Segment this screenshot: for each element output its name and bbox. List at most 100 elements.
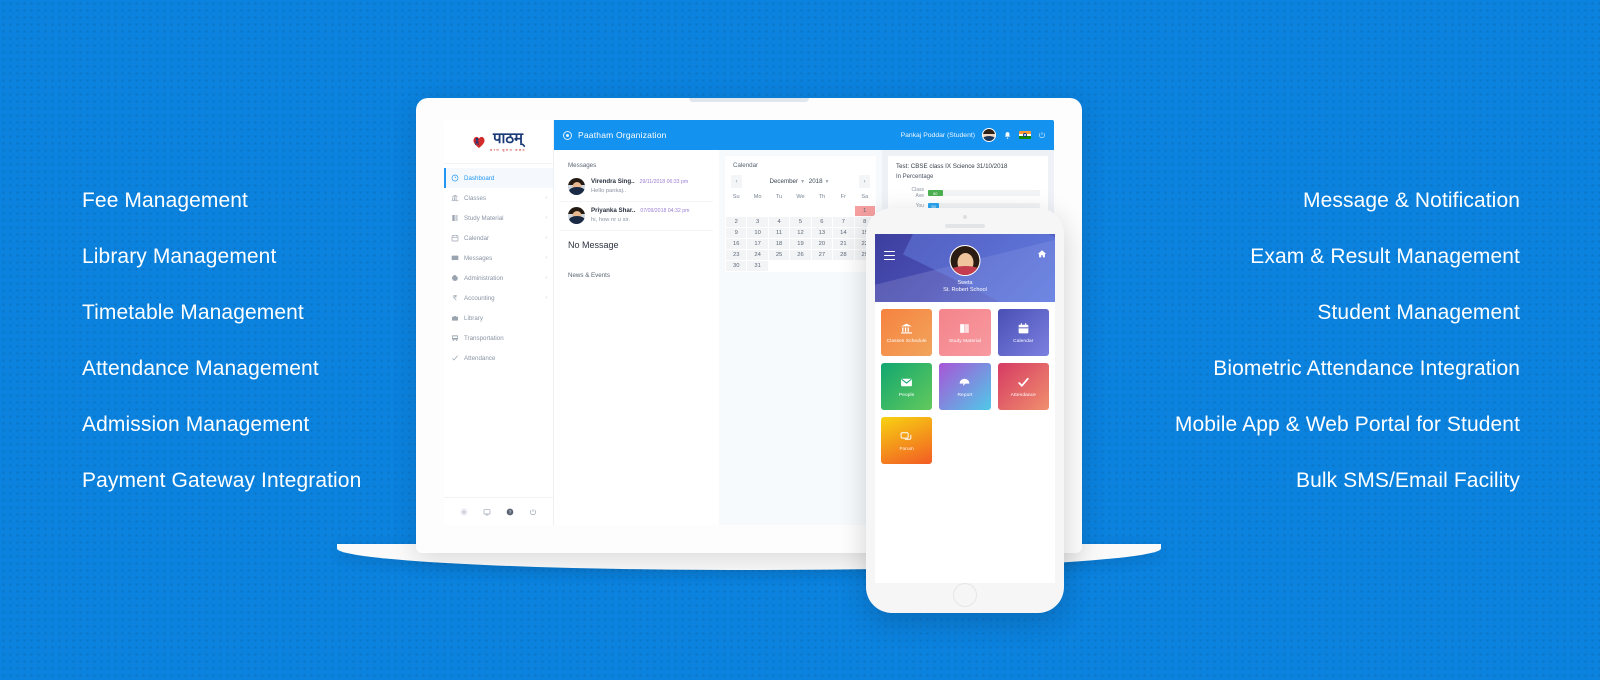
calendar-prev-button[interactable]: ‹ xyxy=(731,175,742,188)
tile-label: Study Material xyxy=(948,338,982,344)
book-icon xyxy=(958,322,971,335)
calendar-day-cell[interactable]: 28 xyxy=(832,249,855,261)
chevron-icon: ‹ xyxy=(545,195,547,201)
calendar-day-cell[interactable]: 30 xyxy=(724,260,748,272)
sidebar-item-classes[interactable]: Classes ‹ xyxy=(444,188,553,208)
calendar-day-cell[interactable]: 20 xyxy=(810,238,834,250)
avatar xyxy=(568,178,585,195)
calendar-day-cell[interactable]: 18 xyxy=(767,238,791,250)
bell-icon[interactable] xyxy=(1003,131,1012,140)
tile-report[interactable]: Report xyxy=(939,363,991,410)
phone-tile-grid: Classes Schedule Study Material Calendar… xyxy=(875,302,1055,471)
avatar[interactable] xyxy=(949,245,981,276)
calendar-week-row: 2 3 4 5 6 7 8 xyxy=(724,216,877,228)
calendar-next-button[interactable]: › xyxy=(859,175,870,188)
calendar-day-cell[interactable]: 21 xyxy=(832,238,855,250)
app-sidebar: पाठम् सरल सुलभ सक्षम Dashboard Classes ‹… xyxy=(444,120,554,525)
calendar-day-cell[interactable]: 4 xyxy=(767,216,791,228)
india-flag-icon[interactable] xyxy=(1019,131,1031,139)
calendar-day-cell[interactable]: 12 xyxy=(789,227,812,239)
feature-item: Message & Notification xyxy=(1303,188,1520,212)
calendar-day-cell[interactable]: 5 xyxy=(789,216,812,228)
sidebar-item-attendance[interactable]: Attendance xyxy=(444,348,553,368)
calendar-day-cell[interactable]: 6 xyxy=(810,216,834,228)
sidebar-item-accounting[interactable]: Accounting ‹ xyxy=(444,288,553,308)
calendar-weekday: Tu xyxy=(775,194,783,200)
sidebar-item-dashboard[interactable]: Dashboard xyxy=(444,168,553,188)
calendar-day-cell[interactable]: 16 xyxy=(724,238,748,250)
message-list-item[interactable]: Virendra Sing.. 29/11/2018 06:33 pm Hell… xyxy=(560,173,713,202)
bank-icon xyxy=(900,322,913,335)
calendar-day-cell[interactable]: 23 xyxy=(724,249,748,261)
tile-classes-schedule[interactable]: Classes Schedule xyxy=(881,309,933,356)
phone-home-button[interactable] xyxy=(953,583,977,607)
feature-item: Bulk SMS/Email Facility xyxy=(1295,468,1520,492)
bus-icon xyxy=(451,334,459,342)
tile-people[interactable]: People xyxy=(881,363,933,410)
calendar-day-cell[interactable]: 11 xyxy=(767,227,791,239)
calendar-month[interactable]: December xyxy=(770,178,799,185)
power-icon[interactable] xyxy=(1038,131,1046,139)
calendar-day-cell[interactable]: 3 xyxy=(746,216,769,228)
calendar-day-cell[interactable]: 24 xyxy=(746,249,769,261)
power-icon[interactable] xyxy=(529,508,537,516)
calendar-day-cell[interactable]: 19 xyxy=(789,238,812,250)
settings-icon[interactable] xyxy=(460,508,468,516)
avatar[interactable] xyxy=(982,128,996,142)
chevron-icon: ‹ xyxy=(545,275,547,281)
calendar-day-cell[interactable]: 9 xyxy=(724,227,748,239)
calendar-year[interactable]: 2018 xyxy=(809,178,823,185)
calendar-day-cell xyxy=(832,260,855,272)
calendar-week-row: 30 31 xyxy=(724,260,877,272)
check-icon xyxy=(451,354,459,362)
hamburger-icon[interactable] xyxy=(884,251,895,262)
sidebar-item-calendar[interactable]: Calendar ‹ xyxy=(444,228,553,248)
tile-calendar[interactable]: Calendar xyxy=(997,309,1049,356)
app-logo[interactable]: पाठम् सरल सुलभ सक्षम xyxy=(444,120,553,164)
home-icon[interactable] xyxy=(1037,249,1047,259)
phone-screen: Sweta St. Robert School Classes Schedule… xyxy=(875,234,1055,583)
screen-icon[interactable] xyxy=(483,508,491,516)
message-list-item[interactable]: Priyanka Shar.. 07/09/2018 04:32 pm hi, … xyxy=(560,202,713,231)
calendar-week-row: 1 xyxy=(724,205,877,217)
sidebar-nav: Dashboard Classes ‹ Study Material ‹ Cal… xyxy=(444,164,553,497)
tile-forum[interactable]: Forum xyxy=(881,417,933,464)
tile-study-material[interactable]: Study Material xyxy=(939,309,991,356)
feature-item: Timetable Management xyxy=(82,300,304,324)
test-subtitle: In Percentage xyxy=(896,174,934,180)
feature-item: Mobile App & Web Portal for Student xyxy=(1174,412,1520,436)
tile-label: People xyxy=(898,392,915,398)
message-sender: Virendra Sing.. xyxy=(591,178,635,185)
calendar-day-cell[interactable]: 2 xyxy=(724,216,748,228)
calendar-day-cell[interactable]: 10 xyxy=(746,227,769,239)
test-bar-track: 60 xyxy=(928,190,1040,196)
calendar-day-cell[interactable]: 17 xyxy=(746,238,769,250)
dashboard-icon xyxy=(451,174,459,182)
sidebar-footer: ? xyxy=(444,497,553,525)
calendar-day-cell[interactable]: 13 xyxy=(810,227,834,239)
tile-attendance[interactable]: Attendance xyxy=(997,363,1049,410)
sidebar-item-library[interactable]: Library xyxy=(444,308,553,328)
test-bar-value: 60 xyxy=(928,190,943,196)
calendar-day-cell-highlighted[interactable]: 1 xyxy=(853,205,877,217)
message-preview: hi, how nr u sir. xyxy=(591,217,630,223)
sidebar-item-study-material[interactable]: Study Material ‹ xyxy=(444,208,553,228)
calendar-column: Calendar ‹ December ▼ 2018 ▼ › Su Mo Tu … xyxy=(719,150,882,525)
target-icon[interactable] xyxy=(563,130,572,140)
message-timestamp: 07/09/2018 04:32 pm xyxy=(640,208,690,214)
calendar-day-cell[interactable]: 14 xyxy=(832,227,855,239)
help-icon[interactable]: ? xyxy=(506,508,514,516)
chat-icon xyxy=(900,430,913,443)
calendar-day-cell[interactable]: 7 xyxy=(832,216,855,228)
calendar-day-cell[interactable]: 25 xyxy=(767,249,791,261)
sidebar-item-transportation[interactable]: Transportation xyxy=(444,328,553,348)
calendar-day-cell[interactable]: 26 xyxy=(789,249,812,261)
rupee-icon xyxy=(451,294,459,302)
calendar-day-cell[interactable]: 27 xyxy=(810,249,834,261)
calendar-day-cell[interactable]: 31 xyxy=(746,260,769,272)
feature-list-left: Fee Management Library Management Timeta… xyxy=(40,0,460,680)
sidebar-item-administration[interactable]: Administration ‹ xyxy=(444,268,553,288)
app-topbar: Paatham Organization Pankaj Poddar (Stud… xyxy=(554,120,1054,150)
phone-device: Sweta St. Robert School Classes Schedule… xyxy=(866,208,1064,613)
sidebar-item-messages[interactable]: Messages ‹ xyxy=(444,248,553,268)
